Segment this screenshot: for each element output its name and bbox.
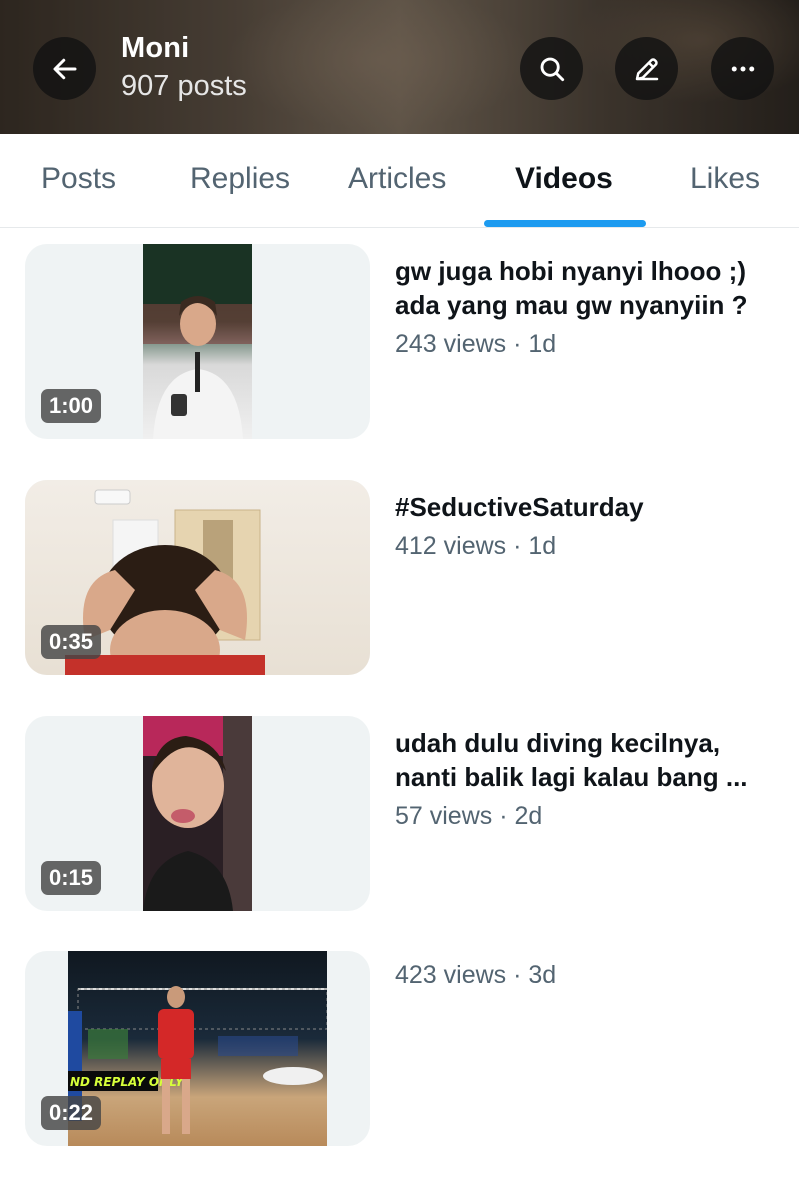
- search-icon: [540, 57, 564, 81]
- thumbnail-image: ND REPLAY ONLY: [68, 951, 327, 1146]
- more-icon: [731, 66, 754, 71]
- video-duration: 0:15: [41, 861, 102, 895]
- video-meta: 412 views · 1d: [395, 532, 557, 560]
- video-title[interactable]: udah dulu diving kecilnya, nanti balik l…: [395, 726, 790, 794]
- volleyball-illustration: ND REPLAY ONLY: [68, 986, 327, 1134]
- video-thumbnail[interactable]: ND REPLAY ONLY 0:22: [25, 951, 370, 1146]
- video-item[interactable]: 0:15 udah dulu diving kecilnya, nanti ba…: [0, 716, 799, 912]
- video-duration: 0:35: [41, 625, 102, 659]
- video-meta: 423 views · 3d: [395, 961, 557, 989]
- video-title[interactable]: #SeductiveSaturday: [395, 490, 790, 524]
- tab-likes[interactable]: Likes: [690, 162, 760, 196]
- video-title[interactable]: gw juga hobi nyanyi lhooo ;) ada yang ma…: [395, 254, 790, 322]
- video-thumbnail[interactable]: 0:35: [25, 480, 370, 675]
- tab-articles[interactable]: Articles: [348, 162, 446, 196]
- selfie-illustration: [143, 716, 252, 911]
- edit-button[interactable]: [615, 37, 678, 100]
- video-duration: 1:00: [41, 389, 102, 423]
- tab-replies[interactable]: Replies: [190, 162, 290, 196]
- video-item[interactable]: 1:00 gw juga hobi nyanyi lhooo ;) ada ya…: [0, 244, 799, 440]
- video-meta: 57 views · 2d: [395, 802, 543, 830]
- tab-videos[interactable]: Videos: [515, 162, 613, 196]
- back-arrow-icon: [53, 58, 76, 79]
- video-thumbnail[interactable]: 1:00: [25, 244, 370, 439]
- post-count: 907 posts: [121, 70, 247, 102]
- thumbnail-image: [143, 716, 252, 911]
- header-banner-shade: [0, 0, 799, 134]
- video-item[interactable]: ND REPLAY ONLY 0:22 423 views · 3d: [0, 951, 799, 1147]
- video-meta: 243 views · 1d: [395, 330, 557, 358]
- profile-name: Moni: [121, 32, 190, 64]
- singer-illustration: [143, 244, 252, 439]
- active-tab-indicator: [484, 220, 646, 227]
- tab-posts[interactable]: Posts: [41, 162, 116, 196]
- video-thumbnail[interactable]: 0:15: [25, 716, 370, 911]
- thumbnail-image: [143, 244, 252, 439]
- edit-icon: [635, 57, 658, 80]
- video-duration: 0:22: [41, 1096, 102, 1130]
- profile-tabs: Posts Replies Articles Videos Likes: [0, 134, 799, 228]
- profile-header: Moni 907 posts: [0, 0, 799, 134]
- search-button[interactable]: [520, 37, 583, 100]
- more-button[interactable]: [711, 37, 774, 100]
- video-item[interactable]: 0:35 #SeductiveSaturday 412 views · 1d: [0, 480, 799, 676]
- back-button[interactable]: [33, 37, 96, 100]
